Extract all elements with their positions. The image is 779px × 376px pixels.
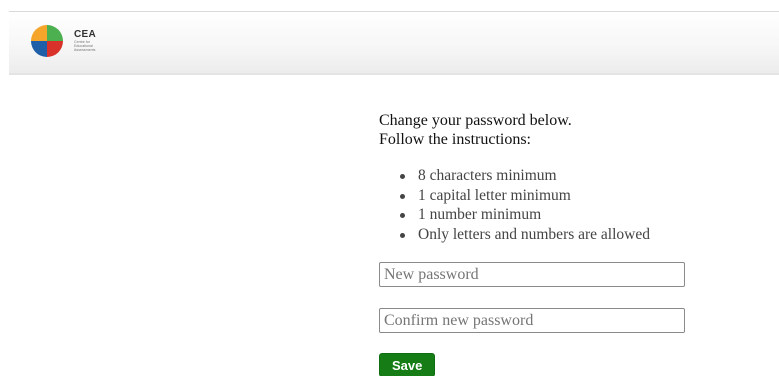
intro-line: Change your password below. xyxy=(379,112,572,129)
header-bar: CEA Centre for Educational Assessments xyxy=(9,11,779,75)
page: CEA Centre for Educational Assessments C… xyxy=(0,0,779,376)
confirm-password-input[interactable] xyxy=(379,308,685,333)
change-password-form: Change your password below. Follow the i… xyxy=(379,111,709,376)
new-password-input[interactable] xyxy=(379,262,685,287)
password-rule: 1 number minimum xyxy=(400,205,709,225)
cea-logo-icon xyxy=(31,25,63,57)
password-rule: 1 capital letter minimum xyxy=(400,186,709,206)
password-rule: 8 characters minimum xyxy=(400,166,709,186)
intro-line: Follow the instructions: xyxy=(379,131,531,148)
logo-text: CEA Centre for Educational Assessments xyxy=(74,29,96,53)
logo-subtitle-line: Assessments xyxy=(74,48,96,53)
save-button[interactable]: Save xyxy=(379,353,436,376)
cea-logo[interactable]: CEA Centre for Educational Assessments xyxy=(30,24,96,58)
password-rules-list: 8 characters minimum 1 capital letter mi… xyxy=(379,166,709,244)
intro-text: Change your password below. Follow the i… xyxy=(379,111,709,149)
password-rule: Only letters and numbers are allowed xyxy=(400,225,709,245)
logo-abbreviation: CEA xyxy=(74,29,97,40)
